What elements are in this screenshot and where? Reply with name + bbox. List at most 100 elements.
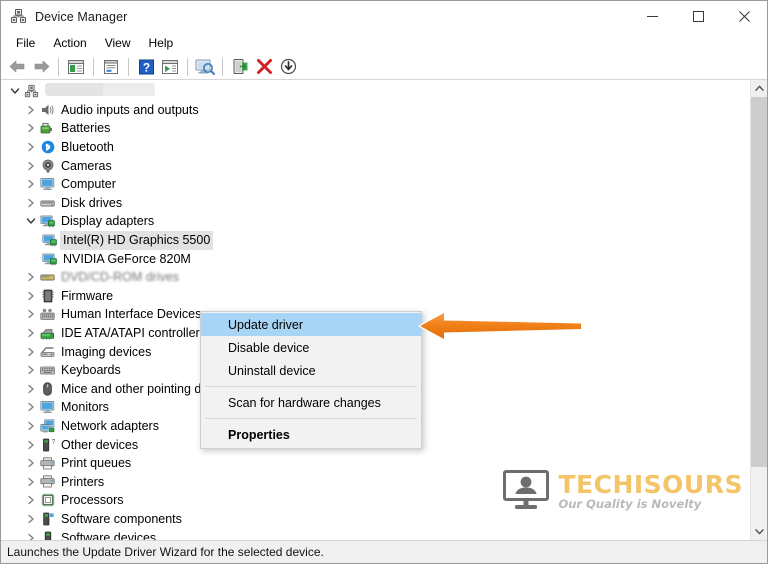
chevron-right-icon[interactable] — [23, 176, 39, 192]
chevron-right-icon[interactable] — [23, 530, 39, 540]
menu-action[interactable]: Action — [44, 33, 95, 53]
context-menu-item-uninstall-device[interactable]: Uninstall device — [201, 359, 421, 382]
camera-icon — [39, 158, 56, 174]
context-menu-item-update-driver[interactable]: Update driver — [201, 313, 421, 336]
tree-node-label: Processors — [61, 493, 124, 508]
tree-node-intel-hd-graphics[interactable]: Intel(R) HD Graphics 5500 — [1, 231, 750, 251]
chevron-down-icon[interactable] — [7, 83, 23, 99]
speaker-icon — [39, 102, 56, 118]
device-tree[interactable]: Audio inputs and outputs Batteries Bluet… — [1, 80, 750, 540]
toolbar-separator — [58, 57, 59, 76]
context-menu-separator — [205, 418, 417, 419]
svg-text:?: ? — [51, 439, 54, 446]
scan-for-hardware-changes-icon[interactable] — [193, 56, 217, 78]
chevron-right-icon[interactable] — [23, 511, 39, 527]
chevron-right-icon[interactable] — [23, 102, 39, 118]
scroll-down-arrow-icon[interactable] — [751, 523, 767, 540]
tree-node-label: IDE ATA/ATAPI controllers — [61, 326, 206, 341]
tree-node-label: NVIDIA GeForce 820M — [63, 251, 191, 266]
chevron-right-icon[interactable] — [23, 455, 39, 471]
chevron-right-icon[interactable] — [23, 120, 39, 136]
maximize-button[interactable] — [675, 1, 721, 32]
tree-node-label: Other devices — [61, 437, 139, 452]
forward-icon[interactable] — [29, 56, 53, 78]
menu-view[interactable]: View — [96, 33, 140, 53]
tree-node-display-adapters[interactable]: Display adapters — [1, 212, 750, 231]
title-bar: Device Manager — [1, 1, 767, 32]
vertical-scrollbar[interactable] — [750, 80, 767, 540]
close-button[interactable] — [721, 1, 767, 32]
monitor-icon — [39, 399, 56, 415]
chevron-right-icon[interactable] — [23, 362, 39, 378]
tree-node-software-components[interactable]: Software components — [1, 510, 750, 529]
chevron-right-icon[interactable] — [23, 139, 39, 155]
display-adapter-icon — [39, 213, 56, 229]
tree-node-label: Printers — [61, 474, 105, 489]
tree-node-cameras[interactable]: Cameras — [1, 156, 750, 175]
chevron-right-icon[interactable] — [23, 269, 39, 285]
device-manager-icon — [10, 8, 27, 25]
tree-node-label: DVD/CD-ROM drives — [61, 270, 180, 285]
tree-node-root[interactable] — [1, 82, 750, 101]
tree-node-label: Software devices — [61, 530, 157, 540]
toolbar-separator — [128, 57, 129, 76]
chevron-right-icon[interactable] — [23, 344, 39, 360]
tree-node-label: Audio inputs and outputs — [61, 102, 199, 117]
uninstall-device-icon[interactable] — [252, 56, 276, 78]
context-menu-item-scan-for-hardware-changes[interactable]: Scan for hardware changes — [201, 391, 421, 414]
minimize-button[interactable] — [629, 1, 675, 32]
chevron-down-icon[interactable] — [23, 213, 39, 229]
network-adapter-icon — [39, 418, 56, 434]
tree-node-processors[interactable]: Processors — [1, 491, 750, 510]
tree-node-batteries[interactable]: Batteries — [1, 119, 750, 138]
tree-node-print-queues[interactable]: Print queues — [1, 454, 750, 473]
tree-node-bluetooth[interactable]: Bluetooth — [1, 138, 750, 157]
context-menu-item-properties[interactable]: Properties — [201, 423, 421, 446]
chevron-right-icon[interactable] — [23, 418, 39, 434]
tree-node-label: Network adapters — [61, 418, 159, 433]
tree-node-label: Batteries — [61, 121, 111, 136]
tree-node-label: Imaging devices — [61, 344, 152, 359]
tree-node-disk-drives[interactable]: Disk drives — [1, 194, 750, 213]
chevron-right-icon[interactable] — [23, 492, 39, 508]
show-hide-action-pane-icon[interactable] — [158, 56, 182, 78]
device-manager-window: Device Manager File Action View Help ? A… — [0, 0, 768, 564]
tree-node-printers[interactable]: Printers — [1, 472, 750, 491]
menu-file[interactable]: File — [7, 33, 44, 53]
imaging-device-icon — [39, 344, 56, 360]
disable-device-icon[interactable] — [276, 56, 300, 78]
properties-icon[interactable] — [99, 56, 123, 78]
back-icon[interactable] — [5, 56, 29, 78]
ide-controller-icon — [39, 325, 56, 341]
tree-node-computer[interactable]: Computer — [1, 175, 750, 194]
chevron-right-icon[interactable] — [23, 381, 39, 397]
tree-node-label: Display adapters — [61, 214, 155, 229]
menu-help[interactable]: Help — [140, 33, 183, 53]
tree-node-audio-inputs-and-outputs[interactable]: Audio inputs and outputs — [1, 101, 750, 120]
tree-node-dvd-cd-rom-drives[interactable]: DVD/CD-ROM drives — [1, 268, 750, 287]
tree-node-label: Monitors — [61, 400, 109, 415]
chevron-right-icon[interactable] — [23, 474, 39, 490]
update-driver-icon[interactable] — [228, 56, 252, 78]
context-menu[interactable]: Update driver Disable device Uninstall d… — [200, 311, 422, 449]
window-controls — [629, 1, 767, 32]
show-hide-console-tree-icon[interactable] — [64, 56, 88, 78]
chevron-right-icon[interactable] — [23, 325, 39, 341]
chevron-right-icon[interactable] — [23, 437, 39, 453]
tree-node-label-root-redacted — [45, 82, 155, 100]
toolbar-separator — [93, 57, 94, 76]
help-icon[interactable]: ? — [134, 56, 158, 78]
tree-node-label: Bluetooth — [61, 140, 114, 155]
chevron-right-icon[interactable] — [23, 399, 39, 415]
bluetooth-icon — [39, 139, 56, 155]
chevron-right-icon[interactable] — [23, 306, 39, 322]
chevron-right-icon[interactable] — [23, 195, 39, 211]
chevron-right-icon[interactable] — [23, 158, 39, 174]
context-menu-item-disable-device[interactable]: Disable device — [201, 336, 421, 359]
chevron-right-icon[interactable] — [23, 288, 39, 304]
tree-node-firmware[interactable]: Firmware — [1, 287, 750, 306]
scroll-up-arrow-icon[interactable] — [751, 80, 767, 97]
scrollbar-thumb[interactable] — [751, 97, 767, 467]
tree-node-nvidia-geforce[interactable]: NVIDIA GeForce 820M — [1, 249, 750, 268]
tree-node-software-devices[interactable]: Software devices — [1, 528, 750, 540]
